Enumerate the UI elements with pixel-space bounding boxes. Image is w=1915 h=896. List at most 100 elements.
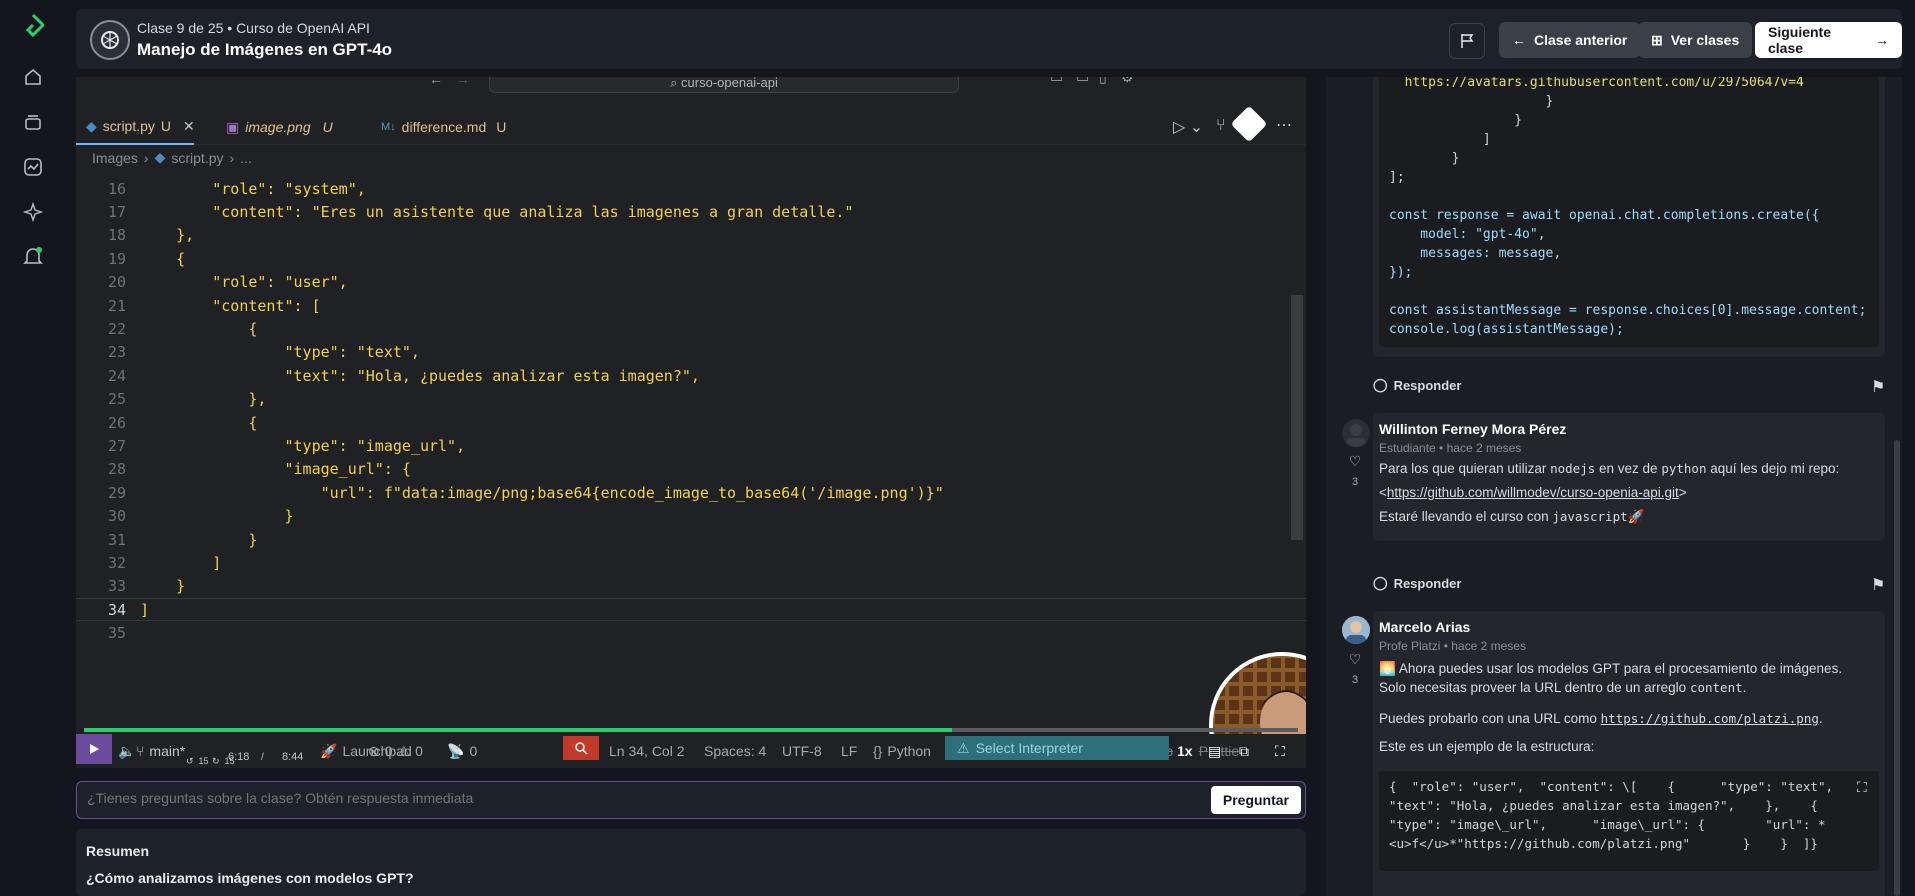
notifications-bell-icon[interactable] [21, 245, 45, 269]
video-progress-bar[interactable] [84, 728, 1298, 732]
source-control-icon[interactable]: ⑂ [1216, 117, 1226, 135]
comment-text: Estaré llevando el curso con javascript🚀 [1379, 509, 1645, 524]
report-flag-icon[interactable]: ⚑ [1871, 575, 1885, 595]
view-classes-button[interactable]: ⊞ Ver clases [1638, 22, 1753, 58]
captions-icon[interactable]: ▤ [1208, 734, 1222, 768]
progress-icon[interactable] [21, 155, 45, 179]
code-line[interactable]: 31 } [76, 528, 1306, 551]
code-line[interactable]: 18 }, [76, 224, 1306, 247]
code-line[interactable]: 25 }, [76, 388, 1306, 411]
comment-author[interactable]: Marcelo Arias [1379, 619, 1470, 635]
courses-icon[interactable] [21, 110, 45, 134]
code-line[interactable]: 16 "role": "system", [76, 177, 1306, 200]
time-current: 6:18 [228, 751, 250, 763]
nav-forward-icon[interactable]: → [456, 77, 470, 87]
settings-gear-icon[interactable]: ⚙ [1121, 77, 1134, 86]
code-editor[interactable]: 16 "role": "system", 17 "content": "Eres … [76, 173, 1306, 713]
code-line: const response = await openai.chat.compl… [1389, 208, 1820, 223]
ask-button[interactable]: Preguntar [1210, 786, 1301, 814]
language-mode[interactable]: {} Python [873, 734, 931, 768]
panel-icon[interactable]: ▭ [1076, 77, 1089, 86]
report-flag-icon[interactable]: ⚑ [1871, 377, 1885, 397]
code-line[interactable]: 26 { [76, 411, 1306, 434]
problems-indicator[interactable]: ⊗ 0 ⚠ 0 [368, 734, 423, 768]
branch-icon: ⑂ [136, 743, 145, 759]
lesson-breadcrumb: Clase 9 de 25 • Curso de OpenAI API [137, 20, 370, 36]
comment-author[interactable]: Willinton Ferney Mora Pérez [1379, 421, 1566, 437]
time-separator: / [261, 751, 264, 763]
platzi-link[interactable]: https://github.com/platzi.png [1601, 711, 1819, 726]
code-line[interactable]: 27 "type": "image_url", [76, 434, 1306, 457]
encoding[interactable]: UTF-8 [782, 734, 822, 768]
play-button[interactable] [76, 734, 112, 764]
playback-speed[interactable]: 1x [1173, 734, 1197, 768]
code-line[interactable]: 28 "image_url": { [76, 458, 1306, 481]
cursor-position[interactable]: Ln 34, Col 2 [609, 734, 685, 768]
repo-link[interactable]: https://github.com/willmodev/curso-openi… [1387, 485, 1679, 500]
previous-class-button[interactable]: ← Clase anterior [1499, 22, 1641, 58]
vscode-search-box[interactable]: ⌕ curso-openai-api [489, 77, 959, 93]
reply-button[interactable]: ◯ Responder [1373, 575, 1461, 591]
code-line[interactable]: 21 "content": [ [76, 294, 1306, 317]
more-actions-icon[interactable]: ⋯ [1276, 115, 1292, 135]
avatar[interactable] [1342, 616, 1370, 644]
tab-difference-md[interactable]: M↓ difference.md U [371, 109, 516, 145]
tab-image-png[interactable]: ▣ image.png U [216, 109, 343, 145]
video-player[interactable]: ← → ⌕ curso-openai-api ▭ ▭ ▯ ⚙ ◆ script.… [76, 77, 1306, 768]
code-line[interactable]: 23 "type": "text", [76, 341, 1306, 364]
next-class-button[interactable]: Siguiente clase → [1755, 22, 1902, 58]
code-line[interactable]: 33 } [76, 575, 1306, 598]
reply-button[interactable]: ◯ Responder [1373, 377, 1461, 393]
select-interpreter-button[interactable]: ⚠ Select Interpreter [945, 736, 1169, 760]
code-line: console.log(assistantMessage); [1389, 322, 1624, 337]
run-icon[interactable]: ▷ ⌄ [1173, 117, 1203, 137]
code-line[interactable]: 24 "text": "Hola, ¿puedes analizar esta … [76, 364, 1306, 387]
code-line[interactable]: 22 { [76, 317, 1306, 340]
close-tab-icon[interactable]: ✕ [183, 118, 195, 135]
branch-indicator[interactable]: ⑂ main* [136, 734, 185, 768]
code-line: messages: message, [1389, 246, 1562, 261]
comment-text: Para los que quieran utilizar nodejs en … [1379, 461, 1840, 476]
comments-scrollbar[interactable] [1894, 440, 1900, 896]
split-icon[interactable]: ▯ [1099, 77, 1107, 86]
code-line[interactable]: 34] [76, 598, 1306, 622]
code-line[interactable]: 19 { [76, 247, 1306, 270]
sparkle-icon[interactable] [21, 200, 45, 224]
pip-icon[interactable]: ⧉ [1239, 734, 1249, 768]
volume-icon[interactable]: 🔈 [118, 734, 135, 768]
code-line: https://avatars.githubusercontent.com/u/… [1389, 77, 1804, 90]
like-button[interactable]: ♡ 3 [1343, 453, 1367, 488]
skip-back-button[interactable]: ↺ 15 [186, 744, 209, 768]
ports-indicator[interactable]: 📡 0 [447, 734, 477, 768]
zoom-search-button[interactable] [563, 736, 599, 760]
indentation[interactable]: Spaces: 4 [704, 734, 766, 768]
platzi-logo-icon[interactable] [21, 14, 45, 38]
tab-script-py[interactable]: ◆ script.py U ✕ [76, 109, 195, 145]
question-input[interactable] [87, 790, 1187, 806]
search-icon [575, 742, 588, 755]
code-line[interactable]: 30 } [76, 505, 1306, 528]
code-line[interactable]: 29 "url": f"data:image/png;base64{encode… [76, 481, 1306, 504]
warning-icon: ⚠ [397, 742, 411, 759]
summary-heading: Resumen [86, 843, 150, 859]
nav-back-icon[interactable]: ← [429, 77, 443, 87]
editor-scrollbar[interactable] [1291, 295, 1303, 540]
code-line[interactable]: 32 ] [76, 551, 1306, 574]
layout-icon[interactable]: ▭ [1050, 77, 1063, 86]
code-line[interactable]: 20 "role": "user", [76, 271, 1306, 294]
rocket-icon: 🚀 [320, 742, 338, 759]
code-line[interactable]: 35 [76, 622, 1306, 645]
editor-tabs: ◆ script.py U ✕ ▣ image.png U M↓ differe… [76, 105, 1306, 145]
end-of-line[interactable]: LF [841, 734, 857, 768]
expand-code-icon[interactable]: ⛶ [1857, 779, 1867, 796]
like-button[interactable]: ♡ 3 [1343, 651, 1367, 686]
play-icon [90, 744, 99, 754]
avatar[interactable] [1342, 419, 1370, 447]
home-icon[interactable] [21, 65, 45, 89]
lesson-title: Manejo de Imágenes en GPT-4o [137, 40, 393, 59]
fullscreen-icon[interactable]: ⛶ [1275, 734, 1285, 768]
code-snippet: https://avatars.githubusercontent.com/u/… [1379, 77, 1879, 347]
report-flag-button[interactable] [1449, 23, 1485, 59]
time-total: 8:44 [282, 751, 304, 763]
code-line[interactable]: 17 "content": "Eres un asistente que ana… [76, 200, 1306, 223]
